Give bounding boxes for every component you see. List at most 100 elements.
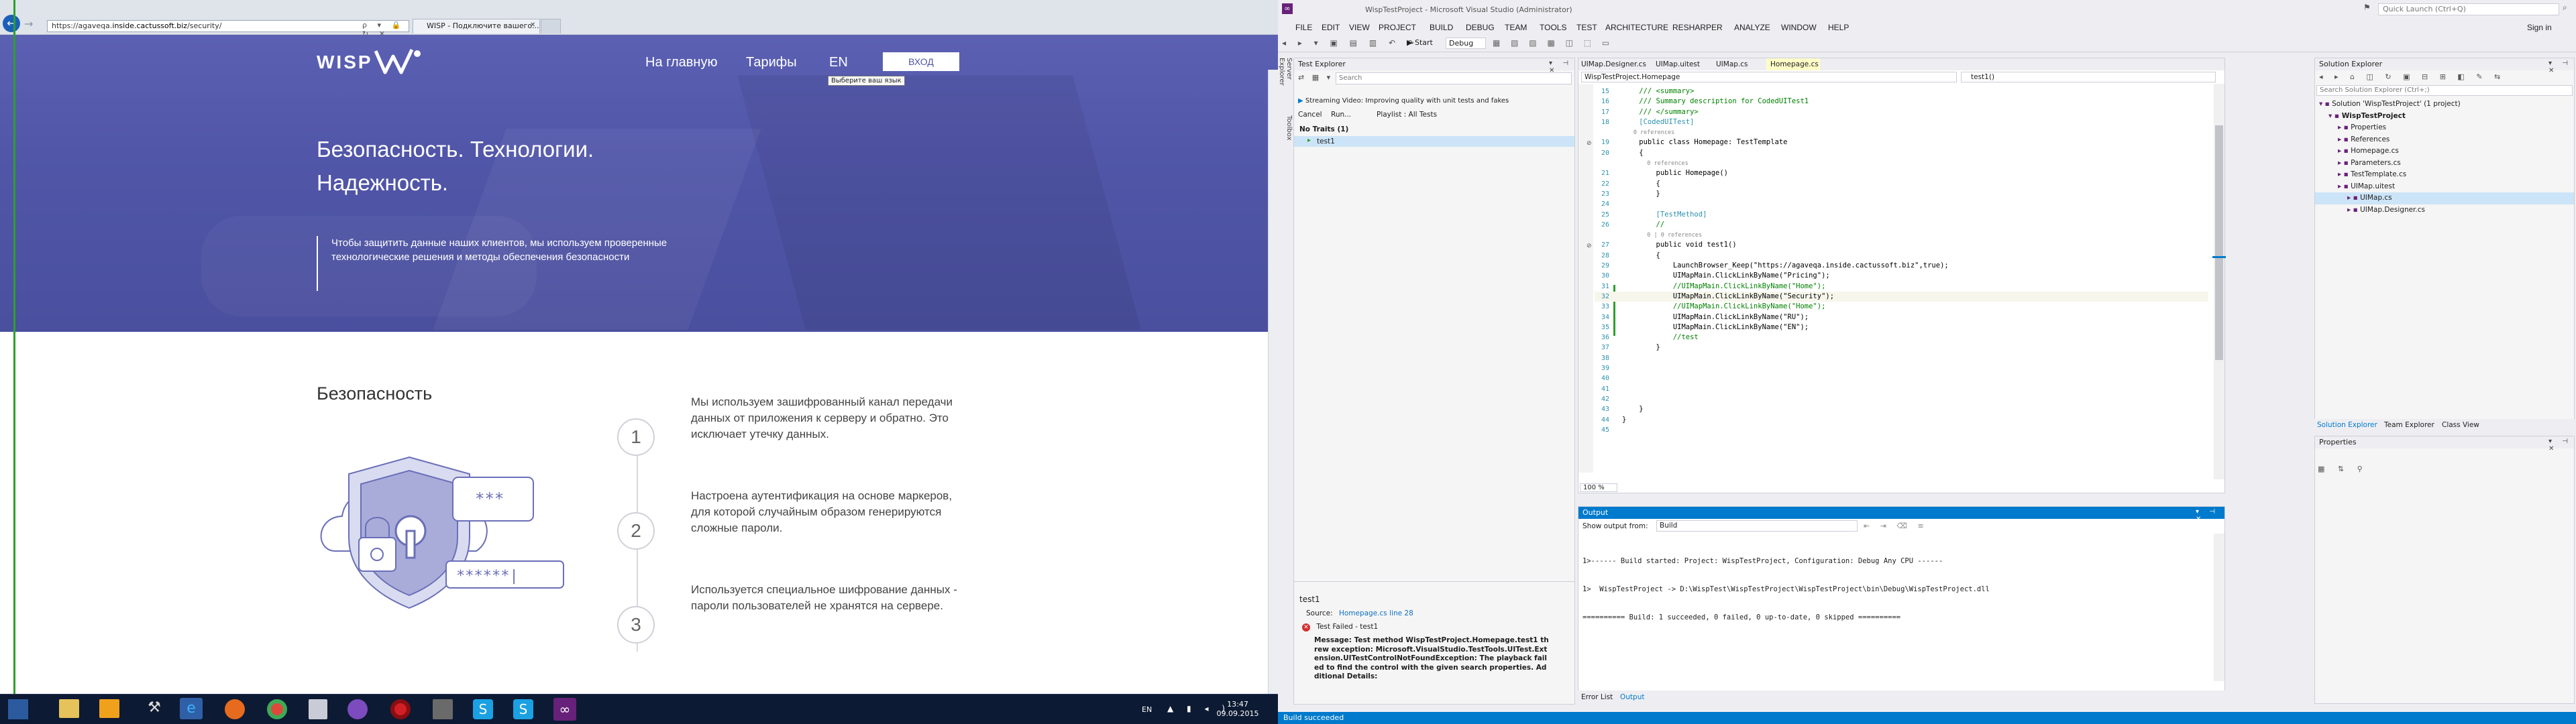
solution-tree-item[interactable]: ▾ ▪ Solution 'WispTestProject' (1 projec…	[2315, 99, 2574, 111]
class-navigator[interactable]: WispTestProject.Homepage	[1581, 72, 1957, 82]
code-line[interactable]: 41	[1595, 384, 2208, 394]
solution-tree-item[interactable]: ▸ ▪ Properties	[2315, 122, 2574, 134]
solution-toolbar-icons[interactable]: ◂ ▸ ⌂ ◫ ↻ ▣ ⊟ ⊞ ◧ ✎ ⇆	[2319, 72, 2505, 81]
test-indicator-icon[interactable]: ⊘	[1587, 140, 1593, 147]
menu-project[interactable]: PROJECT	[1379, 23, 1416, 32]
output-toolbar-icons[interactable]: ⇤ ⇥ ⌫ ≡	[1864, 522, 1928, 530]
site-logo[interactable]: WISP	[317, 52, 373, 73]
solution-tree-item[interactable]: ▸ ▪ Parameters.cs	[2315, 158, 2574, 170]
panel-window-controls[interactable]: ▾ ⊣ ✕	[2196, 508, 2224, 523]
panel-window-controls[interactable]: ▾ ⊣ ✕	[2548, 438, 2574, 452]
code-line[interactable]: 22 {	[1595, 179, 2208, 189]
code-line[interactable]: 0 references	[1595, 127, 2208, 137]
solution-tree-item[interactable]: ▸ ▪ UIMap.uitest	[2315, 181, 2574, 193]
document-icon[interactable]	[309, 699, 327, 719]
nav-home[interactable]: На главную	[645, 55, 717, 70]
address-bar-icons[interactable]: ρ ▾ 🔒 ↻ ✕	[362, 21, 409, 38]
code-line[interactable]: 21 public Homepage()	[1595, 168, 2208, 178]
code-line[interactable]: 37 }	[1595, 343, 2208, 353]
code-line[interactable]: 30 UIMapMain.ClickLinkByName("Pricing");	[1595, 271, 2208, 281]
team-explorer-tab[interactable]: Team Explorer	[2384, 421, 2434, 429]
back-arrow-icon[interactable]: ←	[3, 15, 20, 32]
configuration-select[interactable]: Debug	[1446, 38, 1486, 49]
editor-tab-homepage[interactable]: Homepage.cs	[1766, 58, 1820, 70]
playlist-link[interactable]: Playlist : All Tests	[1377, 111, 1437, 119]
sign-in-link[interactable]: Sign in	[2527, 23, 2552, 32]
solution-tree-item[interactable]: ▸ ▪ UIMap.Designer.cs	[2315, 204, 2574, 217]
solution-explorer-tab[interactable]: Solution Explorer	[2317, 421, 2377, 429]
menu-help[interactable]: HELP	[1828, 23, 1849, 32]
code-line[interactable]: 28 {	[1595, 251, 2208, 261]
splitter[interactable]	[1294, 581, 1574, 582]
code-line[interactable]: 24	[1595, 199, 2208, 209]
new-tab-button[interactable]	[541, 19, 561, 34]
language-indicator[interactable]: EN	[1142, 705, 1152, 714]
test-search-input[interactable]: Search	[1336, 72, 1572, 84]
menu-team[interactable]: TEAM	[1505, 23, 1527, 32]
browser-scrollbar[interactable]	[1268, 70, 1278, 694]
code-line[interactable]: 23 }	[1595, 189, 2208, 199]
zoom-level[interactable]: 100 %	[1580, 483, 1617, 492]
menu-view[interactable]: VIEW	[1349, 23, 1370, 32]
code-line[interactable]: 45	[1595, 425, 2208, 435]
code-line[interactable]: 29 LaunchBrowser_Keep("https://agaveqa.i…	[1595, 261, 2208, 271]
test-item-row[interactable]: ▸ test1	[1294, 136, 1574, 147]
error-list-tab[interactable]: Error List	[1581, 693, 1613, 701]
code-line[interactable]: 42	[1595, 394, 2208, 404]
menu-tools[interactable]: TOOLS	[1540, 23, 1566, 32]
test-group-header[interactable]: No Traits (1)	[1299, 125, 1348, 133]
app-grid-icon[interactable]	[433, 699, 453, 719]
source-link[interactable]: Homepage.cs line 28	[1339, 609, 1413, 617]
code-line[interactable]: 15 /// <summary>	[1595, 86, 2208, 97]
streaming-video-banner[interactable]: ▶ Streaming Video: Improving quality wit…	[1298, 97, 1509, 105]
app-icon[interactable]	[99, 699, 119, 718]
firefox-icon[interactable]	[225, 699, 245, 719]
code-line[interactable]: 26 //	[1595, 220, 2208, 230]
code-line[interactable]: 17 /// </summary>	[1595, 107, 2208, 117]
test-indicator-icon[interactable]: ⊘	[1587, 243, 1593, 249]
code-line[interactable]: 19 public class Homepage: TestTemplate	[1595, 137, 2208, 147]
test-explorer-toolbar-icons[interactable]: ⇄ ▦ ▾	[1298, 73, 1333, 82]
forward-arrow-icon[interactable]: →	[24, 17, 33, 30]
editor-tab-uimap-uitest[interactable]: UIMap.uitest	[1656, 60, 1700, 68]
notifications-icon[interactable]: ⚑	[2363, 3, 2371, 12]
viber-icon[interactable]	[347, 699, 368, 719]
output-tab[interactable]: Output	[1620, 693, 1644, 701]
menu-resharper[interactable]: RESHARPER	[1672, 23, 1723, 32]
nav-pricing[interactable]: Тарифы	[746, 55, 797, 70]
clock[interactable]: 13:47 09.09.2015	[1211, 700, 1265, 719]
code-area[interactable]: 15 /// <summary> 16 /// Summary descripti…	[1595, 86, 2208, 475]
login-button[interactable]: ВХОД	[883, 52, 959, 71]
file-explorer-icon[interactable]	[59, 699, 79, 718]
solution-tree-item[interactable]: ▸ ▪ UIMap.cs	[2315, 192, 2574, 204]
menu-test[interactable]: TEST	[1576, 23, 1597, 32]
browser-tab[interactable]: WISP - Подключите вашего...	[413, 19, 540, 34]
quick-launch-input[interactable]: Quick Launch (Ctrl+Q)	[2378, 3, 2559, 15]
code-line[interactable]: 27 public void test1()	[1595, 240, 2208, 250]
toolbar-icons[interactable]: ▦ ▧ ▨ ▩ ◫ ⬚ ▭	[1493, 38, 1613, 48]
code-line[interactable]: 39	[1595, 363, 2208, 373]
properties-toolbar-icons[interactable]: ▦ ⇅ ⚲	[2318, 465, 2576, 473]
code-line[interactable]: 16 /// Summary description for CodedUITe…	[1595, 97, 2208, 107]
start-button-icon[interactable]	[8, 699, 28, 719]
code-line[interactable]: 40	[1595, 373, 2208, 383]
menu-build[interactable]: BUILD	[1430, 23, 1453, 32]
solution-tree-item[interactable]: ▸ ▪ TestTemplate.cs	[2315, 169, 2574, 181]
code-line[interactable]: 36 //test	[1595, 333, 2208, 343]
start-debug-button[interactable]: ▶ Start	[1407, 38, 1433, 47]
menu-edit[interactable]: EDIT	[1322, 23, 1340, 32]
editor-scrollbar-thumb[interactable]	[2215, 125, 2223, 360]
nav-language[interactable]: EN	[829, 55, 848, 70]
menu-window[interactable]: WINDOW	[1781, 23, 1817, 32]
chrome-icon[interactable]	[267, 699, 287, 719]
panel-window-controls[interactable]: ▾ ⊣ ✕	[2548, 60, 2574, 74]
menu-debug[interactable]: DEBUG	[1466, 23, 1495, 32]
member-navigator[interactable]: test1()	[1961, 72, 2216, 82]
class-view-tab[interactable]: Class View	[2442, 421, 2479, 429]
toolbox-tab[interactable]: Toolbox	[1278, 113, 1293, 149]
cancel-link[interactable]: Cancel	[1298, 111, 1322, 119]
code-line[interactable]: 38	[1595, 353, 2208, 363]
tools-icon[interactable]: ⚒	[144, 699, 164, 718]
address-bar[interactable]: https://agaveqa.inside.cactussoft.biz/se…	[47, 20, 409, 32]
code-line[interactable]: 32 UIMapMain.ClickLinkByName("Security")…	[1595, 291, 2208, 302]
